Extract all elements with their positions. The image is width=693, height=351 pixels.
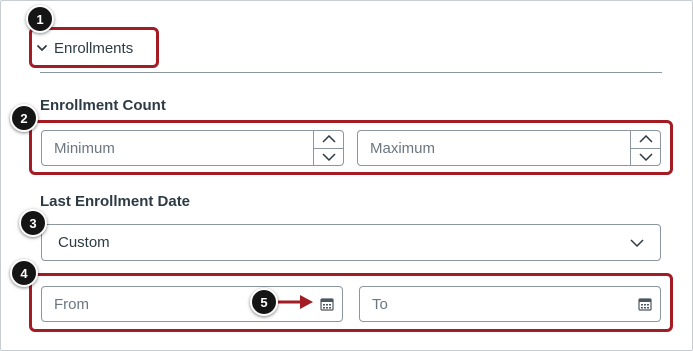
callout-box-4 xyxy=(29,273,673,332)
callout-badge-2: 2 xyxy=(10,104,38,132)
chevron-down-icon xyxy=(630,238,644,247)
section-divider xyxy=(40,72,662,73)
callout-arrow-5 xyxy=(278,295,313,309)
callout-box-2 xyxy=(29,120,673,175)
date-range-select[interactable]: Custom xyxy=(41,224,661,261)
callout-badge-1: 1 xyxy=(26,5,54,33)
callout-badge-5: 5 xyxy=(250,288,278,316)
callout-badge-3: 3 xyxy=(19,209,47,237)
last-enrollment-date-heading: Last Enrollment Date xyxy=(40,193,191,210)
enrollment-count-heading: Enrollment Count xyxy=(40,97,166,114)
date-range-selected-value: Custom xyxy=(58,234,110,251)
callout-box-1 xyxy=(29,27,159,68)
callout-badge-4: 4 xyxy=(10,259,38,287)
